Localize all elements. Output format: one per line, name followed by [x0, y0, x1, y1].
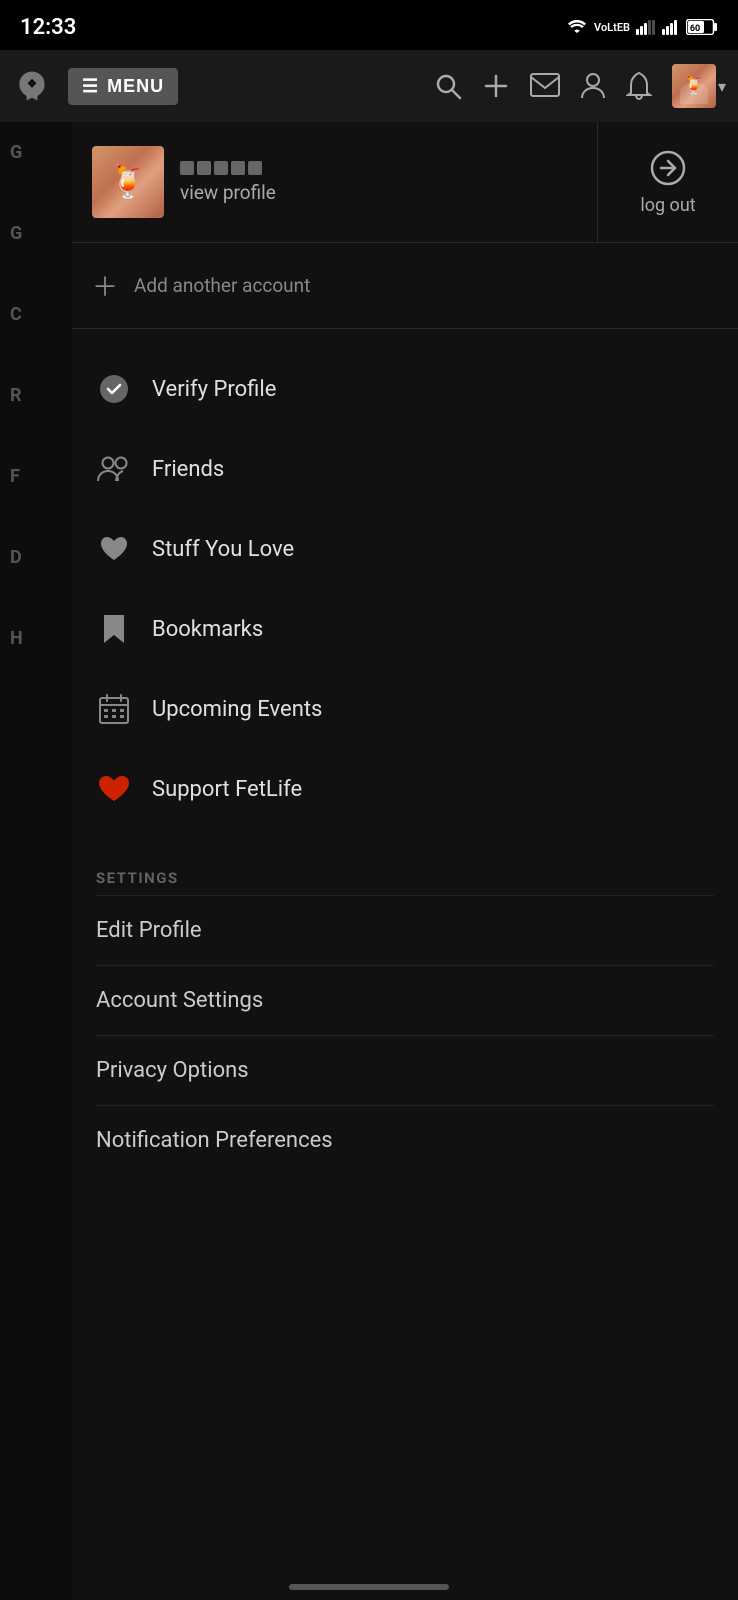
menu-item-friends[interactable]: Friends [72, 429, 738, 509]
menu-love-label: Stuff You Love [152, 537, 294, 562]
home-indicator [289, 1584, 449, 1590]
calendar-icon [96, 691, 132, 727]
settings-edit-profile-label: Edit Profile [96, 918, 202, 943]
wifi-icon [566, 19, 588, 35]
top-nav: ☰ MENU [0, 50, 738, 122]
friends-group-icon [96, 455, 132, 483]
bg-letters: G G C R F D H [0, 122, 72, 669]
bg-letter-f: F [10, 466, 62, 487]
bg-letter-h: H [10, 628, 62, 649]
bell-icon [626, 71, 652, 101]
love-icon [96, 531, 132, 567]
hamburger-icon: ☰ [82, 76, 99, 97]
drawer: 🍹 view profile log out [72, 122, 738, 1600]
plus-icon [482, 72, 510, 100]
friends-icon [96, 451, 132, 487]
username-redacted-1 [180, 161, 194, 175]
menu-item-support[interactable]: Support FetLife [72, 749, 738, 829]
logo [12, 66, 52, 106]
username-redacted-3 [214, 161, 228, 175]
status-bar: 12:33 VoLtEB 60 [0, 0, 738, 50]
bg-letter-d: D [10, 547, 62, 568]
support-heart-icon [98, 775, 130, 803]
search-button[interactable] [434, 72, 462, 100]
menu-events-label: Upcoming Events [152, 697, 322, 722]
sidebar-bg: G G C R F D H [0, 122, 72, 1600]
settings-account-label: Account Settings [96, 988, 263, 1013]
bg-letter-g2: G [10, 223, 62, 244]
drawer-profile-section: 🍹 view profile log out [72, 122, 738, 243]
bookmark-icon [96, 611, 132, 647]
profile-avatar: 🍹 [92, 146, 164, 218]
notifications-button[interactable] [626, 71, 652, 101]
logout-label: log out [640, 195, 695, 216]
drawer-logout-section[interactable]: log out [598, 122, 738, 242]
username-redacted-4 [231, 161, 245, 175]
drawer-menu: Verify Profile Friends Stuff You Love [72, 329, 738, 849]
signal-bars-1 [636, 19, 656, 35]
menu-verify-label: Verify Profile [152, 377, 276, 402]
profile-info: view profile [180, 161, 276, 204]
username-redacted-5 [248, 161, 262, 175]
add-account-row[interactable]: ＋ Add another account [72, 243, 738, 329]
profile-button[interactable] [580, 72, 606, 100]
profile-username [180, 161, 276, 175]
add-account-icon: ＋ [92, 267, 118, 304]
heart-icon [99, 535, 129, 563]
user-avatar-nav[interactable]: ▾ [672, 64, 726, 108]
bg-letter-r: R [10, 385, 62, 406]
settings-heading: SETTINGS [96, 869, 714, 887]
settings-section: SETTINGS Edit Profile Account Settings P… [72, 849, 738, 1185]
logo-icon [14, 68, 50, 104]
support-icon [96, 771, 132, 807]
svg-text:60: 60 [690, 24, 700, 34]
menu-item-love[interactable]: Stuff You Love [72, 509, 738, 589]
menu-label: MENU [107, 76, 164, 97]
envelope-icon [530, 73, 560, 99]
network-indicator: VoLtEB [594, 21, 630, 34]
settings-item-edit-profile[interactable]: Edit Profile [96, 895, 714, 965]
add-button[interactable] [482, 72, 510, 100]
menu-item-verify[interactable]: Verify Profile [72, 349, 738, 429]
nav-avatar-image [672, 64, 716, 108]
add-account-label: Add another account [134, 274, 310, 297]
avatar-img [672, 64, 716, 108]
battery-icon: 60 [686, 19, 718, 35]
person-icon [580, 72, 606, 100]
menu-item-bookmarks[interactable]: Bookmarks [72, 589, 738, 669]
profile-avatar-img: 🍹 [92, 146, 164, 218]
nav-icons: ▾ [434, 64, 726, 108]
menu-support-label: Support FetLife [152, 777, 302, 802]
status-icons: VoLtEB 60 [566, 19, 718, 35]
settings-item-privacy[interactable]: Privacy Options [96, 1035, 714, 1105]
signal-bars-2 [662, 19, 680, 35]
menu-friends-label: Friends [152, 457, 224, 482]
status-time: 12:33 [20, 15, 76, 40]
settings-item-account[interactable]: Account Settings [96, 965, 714, 1035]
bookmark-ribbon-icon [102, 613, 126, 645]
drawer-profile-left[interactable]: 🍹 view profile [72, 122, 598, 242]
bg-letter-g1: G [10, 142, 62, 163]
menu-bookmarks-label: Bookmarks [152, 617, 263, 642]
verify-icon [96, 371, 132, 407]
menu-button[interactable]: ☰ MENU [68, 68, 178, 105]
settings-notifications-label: Notification Preferences [96, 1128, 333, 1153]
bg-letter-g3: C [10, 304, 62, 325]
chevron-down-icon: ▾ [718, 77, 726, 96]
search-icon [434, 72, 462, 100]
settings-privacy-label: Privacy Options [96, 1058, 249, 1083]
view-profile-link[interactable]: view profile [180, 181, 276, 204]
username-redacted-2 [197, 161, 211, 175]
settings-item-notifications[interactable]: Notification Preferences [96, 1105, 714, 1175]
messages-button[interactable] [530, 73, 560, 99]
logout-icon [649, 149, 687, 187]
calendar-grid-icon [99, 694, 129, 724]
verified-badge-icon [98, 373, 130, 405]
menu-item-events[interactable]: Upcoming Events [72, 669, 738, 749]
